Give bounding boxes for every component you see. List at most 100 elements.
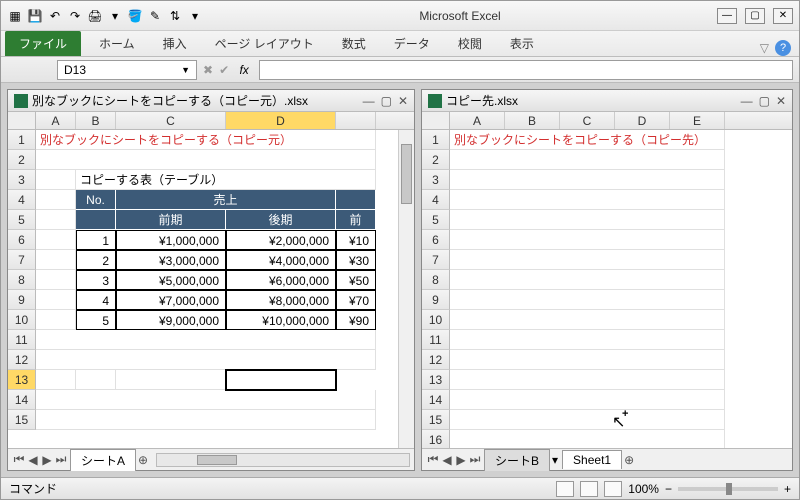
row-header[interactable]: 2 (8, 150, 36, 170)
sheet-tab[interactable]: シートB (484, 449, 550, 471)
wb-minimize-icon[interactable]: — (363, 94, 375, 108)
th-curr[interactable]: 後期 (226, 210, 336, 230)
tab-home[interactable]: ホーム (85, 31, 149, 56)
table-caption[interactable]: コピーする表（テーブル） (76, 170, 376, 190)
sort-icon[interactable]: ⇅ (167, 8, 183, 24)
redo-icon[interactable]: ↷ (67, 8, 83, 24)
row-header[interactable]: 14 (8, 390, 36, 410)
tab-page-layout[interactable]: ページ レイアウト (201, 31, 328, 56)
workbook-icon (14, 94, 28, 108)
tab-nav-first-icon[interactable]: ⏮ (426, 452, 440, 467)
ribbon-collapse-icon[interactable]: ▽ (760, 41, 769, 55)
undo-icon[interactable]: ↶ (47, 8, 63, 24)
th-prev[interactable]: 前期 (116, 210, 226, 230)
row-header[interactable]: 5 (8, 210, 36, 230)
view-page-break-button[interactable] (604, 481, 622, 497)
minimize-button[interactable]: — (717, 8, 737, 24)
tab-nav-next-icon[interactable]: ▶ (40, 453, 54, 467)
status-mode: コマンド (9, 480, 57, 497)
rows-dst[interactable]: 1別なブックにシートをコピーする（コピー先） 2 3 4 5 6 7 8 9 1… (422, 130, 792, 448)
row-header[interactable]: 8 (8, 270, 36, 290)
th-sales[interactable]: 売上 (116, 190, 336, 210)
th-prev2[interactable]: 前 (336, 210, 376, 230)
col-header-selected[interactable]: D (226, 112, 336, 129)
tab-file[interactable]: ファイル (5, 31, 81, 56)
excel-app-icon: ▦ (7, 8, 23, 24)
wb-maximize-icon[interactable]: ▢ (381, 94, 392, 108)
zoom-out-button[interactable]: − (665, 482, 672, 496)
help-icon[interactable]: ? (775, 40, 791, 56)
view-normal-button[interactable] (556, 481, 574, 497)
enter-icon[interactable]: ✔ (219, 63, 229, 77)
tab-nav-next-icon[interactable]: ▶ (454, 453, 468, 467)
sheet-tab-active[interactable]: シートA (70, 449, 136, 471)
wb-close-icon[interactable]: ✕ (776, 94, 786, 108)
wb-minimize-icon[interactable]: — (741, 94, 753, 108)
col-header[interactable] (336, 112, 376, 129)
row-header[interactable]: 11 (8, 330, 36, 350)
sheet-tabs-src: ⏮ ◀ ▶ ⏭ シートA ⊕ (8, 448, 414, 470)
print-icon[interactable]: 🖨 (87, 8, 103, 24)
col-headers-dst: A B C D E (422, 112, 792, 130)
tab-view[interactable]: 表示 (496, 31, 548, 56)
tab-nav-prev-icon[interactable]: ◀ (440, 453, 454, 467)
workspace: 別なブックにシートをコピーする（コピー元）.xlsx — ▢ ✕ A B C D… (1, 83, 799, 477)
horizontal-scrollbar[interactable] (156, 453, 410, 467)
grid-source: A B C D 1別なブックにシートをコピーする（コピー元） 2 3 コピーする表… (8, 112, 414, 448)
vertical-scrollbar[interactable] (398, 130, 414, 448)
zoom-slider[interactable] (678, 487, 778, 491)
row-header[interactable]: 1 (8, 130, 36, 150)
wb-maximize-icon[interactable]: ▢ (759, 94, 770, 108)
cell-title-dst[interactable]: 別なブックにシートをコピーする（コピー先） (450, 130, 725, 150)
row-header[interactable]: 10 (8, 310, 36, 330)
ribbon-tabs: ファイル ホーム 挿入 ページ レイアウト 数式 データ 校閲 表示 ▽ ? (1, 31, 799, 57)
zoom-in-button[interactable]: + (784, 482, 791, 496)
wb-close-icon[interactable]: ✕ (398, 94, 408, 108)
tab-data[interactable]: データ (380, 31, 444, 56)
name-box[interactable]: D13 ▼ (57, 60, 197, 80)
new-sheet-icon[interactable]: ⊕ (136, 453, 150, 467)
col-header[interactable]: A (36, 112, 76, 129)
workbook-dest-titlebar[interactable]: コピー先.xlsx — ▢ ✕ (422, 90, 792, 112)
cancel-icon[interactable]: ✖ (203, 63, 213, 77)
tab-formulas[interactable]: 数式 (328, 31, 380, 56)
view-page-layout-button[interactable] (580, 481, 598, 497)
app-title: Microsoft Excel (203, 9, 717, 23)
sheet-tab-active[interactable]: Sheet1 (562, 450, 622, 469)
qat-more-icon[interactable]: ▾ (187, 8, 203, 24)
row-header[interactable]: 15 (8, 410, 36, 430)
tab-nav-first-icon[interactable]: ⏮ (12, 452, 26, 467)
select-all-corner[interactable] (422, 112, 450, 129)
window-controls: — ▢ ✕ (717, 8, 793, 24)
workbook-source-titlebar[interactable]: 別なブックにシートをコピーする（コピー元）.xlsx — ▢ ✕ (8, 90, 414, 112)
th-no[interactable]: No. (76, 190, 116, 210)
save-icon[interactable]: 💾 (27, 8, 43, 24)
row-header-selected[interactable]: 13 (8, 370, 36, 390)
maximize-button[interactable]: ▢ (745, 8, 765, 24)
col-header[interactable]: C (116, 112, 226, 129)
qat-icon[interactable]: ▾ (107, 8, 123, 24)
new-sheet-icon[interactable]: ⊕ (622, 453, 636, 467)
rows-src[interactable]: 1別なブックにシートをコピーする（コピー元） 2 3 コピーする表（テーブル） 4… (8, 130, 414, 448)
formula-bar[interactable] (259, 60, 793, 80)
row-header[interactable]: 9 (8, 290, 36, 310)
paint-icon[interactable]: 🪣 (127, 8, 143, 24)
fx-button[interactable]: fx (235, 61, 253, 79)
name-box-dropdown-icon[interactable]: ▼ (181, 65, 190, 75)
tab-nav-last-icon[interactable]: ⏭ (54, 452, 68, 467)
close-button[interactable]: ✕ (773, 8, 793, 24)
row-header[interactable]: 4 (8, 190, 36, 210)
row-header[interactable]: 3 (8, 170, 36, 190)
row-header[interactable]: 6 (8, 230, 36, 250)
active-cell[interactable] (226, 370, 336, 390)
row-header[interactable]: 12 (8, 350, 36, 370)
tab-nav-last-icon[interactable]: ⏭ (468, 452, 482, 467)
tab-nav-prev-icon[interactable]: ◀ (26, 453, 40, 467)
tab-insert[interactable]: 挿入 (149, 31, 201, 56)
select-all-corner[interactable] (8, 112, 36, 129)
brush-icon[interactable]: ✎ (147, 8, 163, 24)
row-header[interactable]: 7 (8, 250, 36, 270)
cell-title[interactable]: 別なブックにシートをコピーする（コピー元） (36, 130, 376, 150)
col-header[interactable]: B (76, 112, 116, 129)
tab-review[interactable]: 校閲 (444, 31, 496, 56)
